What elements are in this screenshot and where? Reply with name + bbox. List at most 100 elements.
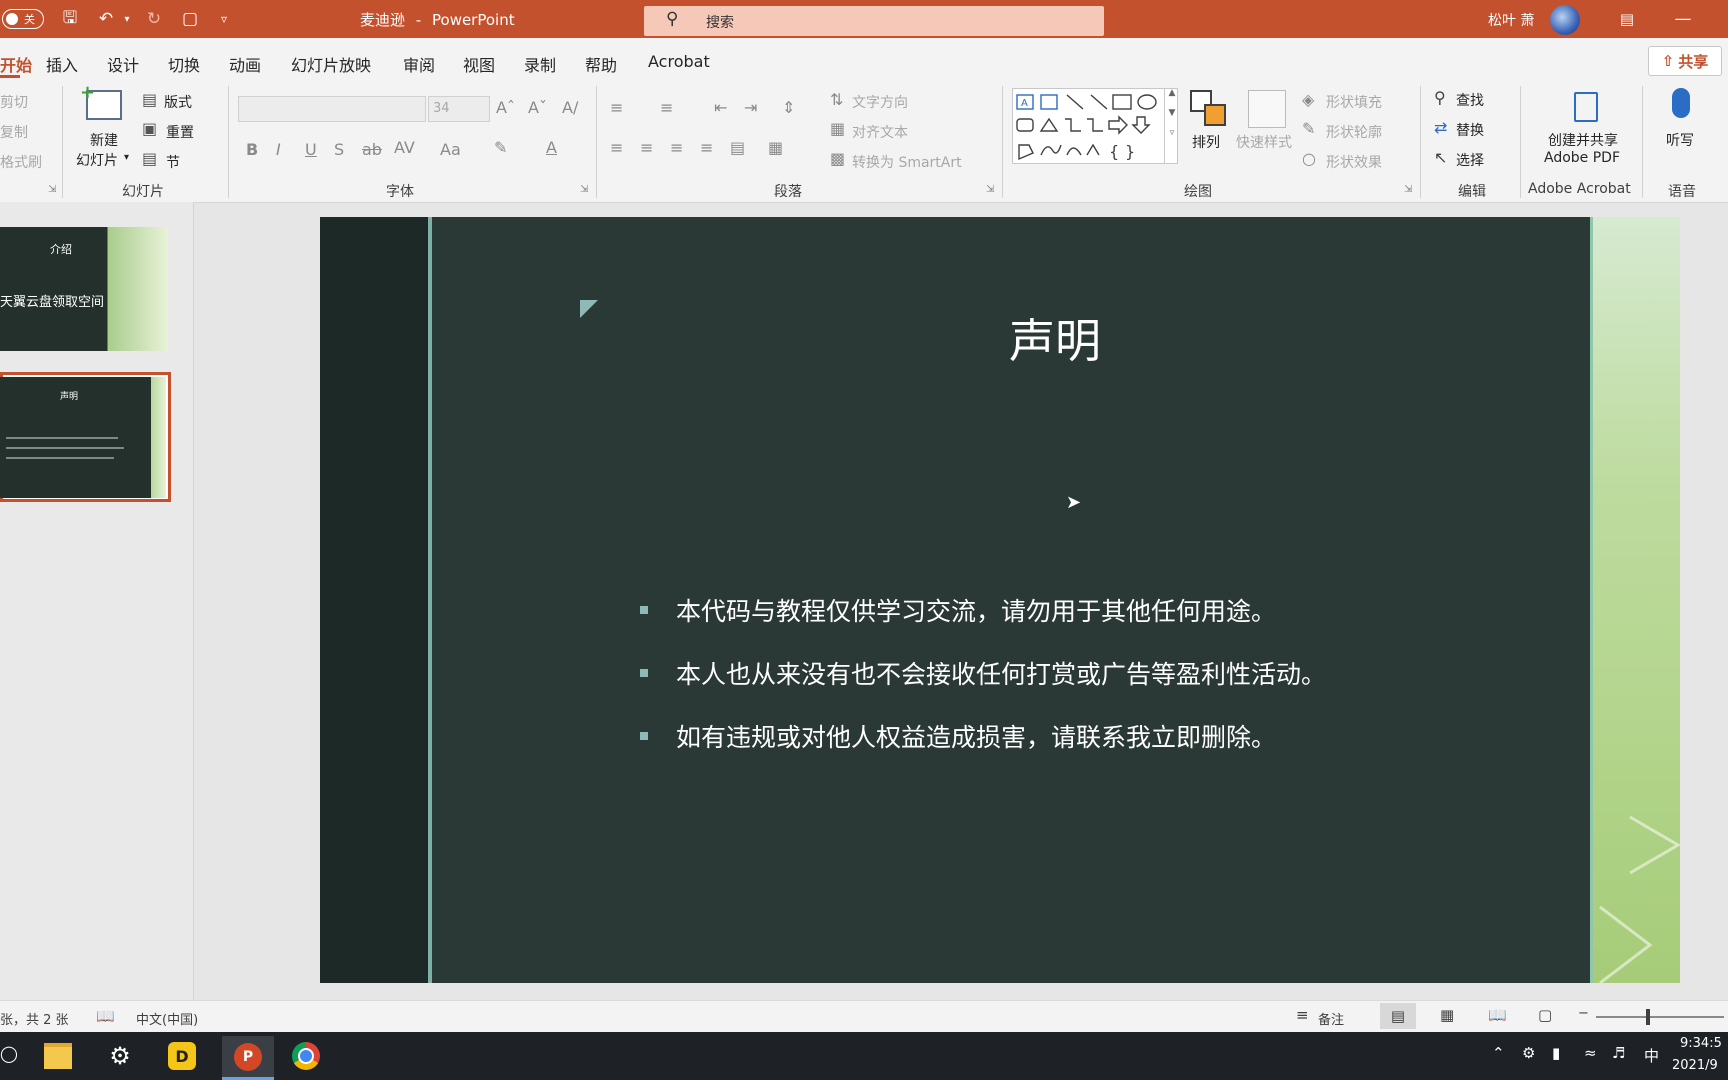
italic-icon[interactable]: I [276,140,281,159]
character-spacing-icon[interactable]: AV [394,138,415,157]
zoom-slider[interactable] [1596,1009,1724,1025]
highlight-icon[interactable]: ✎ [494,138,507,157]
tab-slideshow[interactable]: 幻灯片放映 [291,52,371,76]
clear-formatting-icon[interactable]: A∕ [562,98,578,117]
new-slide-dropdown-icon[interactable]: ▾ [124,152,129,163]
avatar[interactable] [1550,5,1580,35]
find-button[interactable]: 查找 [1456,90,1484,110]
undo-icon[interactable]: ↶ [92,6,120,32]
tab-record[interactable]: 录制 [524,52,556,76]
select-button[interactable]: 选择 [1456,150,1484,170]
font-size-combo[interactable]: 34 [428,96,490,122]
layout-button[interactable]: 版式 [164,92,192,112]
numbering-icon[interactable]: ≡ [660,98,673,117]
align-center-icon[interactable]: ≡ [640,138,653,157]
shrink-font-icon[interactable]: Aˇ [528,98,547,117]
tab-help[interactable]: 帮助 [585,52,617,76]
zoom-slider-thumb[interactable] [1646,1009,1650,1025]
strikethrough-icon[interactable]: ab [362,140,382,159]
user-name[interactable]: 松叶 萧 [1488,10,1534,30]
minimize-icon[interactable]: — [1668,6,1698,32]
slide-bullet[interactable]: 本代码与教程仅供学习交流，请勿用于其他任何用途。 [640,592,1276,628]
grow-font-icon[interactable]: Aˆ [496,98,515,117]
paragraph-dialog-launcher-icon[interactable]: ⇲ [986,184,994,195]
app-icon[interactable]: D [162,1036,202,1076]
arrange-icon[interactable] [1190,90,1226,126]
create-pdf-label-1[interactable]: 创建并共享 [1548,130,1618,150]
tab-review[interactable]: 审阅 [403,52,435,76]
text-direction-button[interactable]: 文字方向 [852,92,908,112]
increase-indent-icon[interactable]: ⇥ [744,98,757,117]
normal-view-icon[interactable]: ▤ [1380,1003,1416,1029]
tab-home[interactable]: 开始 [0,52,32,76]
tab-insert[interactable]: 插入 [46,52,78,76]
quick-styles-icon[interactable] [1248,90,1286,128]
wifi-icon[interactable]: ≈ [1584,1044,1597,1062]
settings-icon[interactable]: ⚙ [100,1036,140,1076]
create-pdf-icon[interactable] [1574,92,1598,122]
tab-design[interactable]: 设计 [107,52,139,76]
microphone-icon[interactable]: ⚙ [1522,1044,1535,1062]
tab-animations[interactable]: 动画 [229,52,261,76]
columns-icon[interactable]: ▦ [768,138,783,157]
taskbar-search-icon[interactable]: ◯ [0,1044,18,1063]
undo-dropdown-icon[interactable]: ▾ [120,6,134,32]
clock-date[interactable]: 2021/9 [1672,1058,1718,1073]
powerpoint-icon[interactable]: P [222,1036,274,1080]
tab-transitions[interactable]: 切换 [168,52,200,76]
language-status[interactable]: 中文(中国) [136,1009,198,1028]
font-color-icon[interactable]: A [546,138,557,157]
smartart-button[interactable]: 转换为 SmartArt [852,152,962,172]
decrease-indent-icon[interactable]: ⇤ [714,98,727,117]
slide-thumbnail-2[interactable]: 声明 [0,377,166,498]
gallery-scroll[interactable]: ▲ ▼ ▿ [1164,88,1179,164]
drawing-dialog-launcher-icon[interactable]: ⇲ [1404,184,1412,195]
align-left-icon[interactable]: ≡ [610,138,623,157]
battery-icon[interactable]: ▮ [1552,1044,1560,1062]
present-icon[interactable]: ▢ [176,6,204,32]
file-explorer-icon[interactable] [38,1036,78,1076]
volume-icon[interactable]: ♬ [1612,1044,1625,1062]
align-right-icon[interactable]: ≡ [670,138,683,157]
redo-icon[interactable]: ↻ [140,6,168,32]
change-case-icon[interactable]: Aa [440,140,461,159]
bullets-icon[interactable]: ≡ [610,98,623,117]
dictate-icon[interactable] [1672,88,1690,118]
font-name-combo[interactable] [238,96,426,122]
slide-bullet[interactable]: 本人也从来没有也不会接收任何打赏或广告等盈利性活动。 [640,655,1326,691]
shadow-icon[interactable]: S [334,140,344,159]
new-slide-label-1[interactable]: 新建 [90,130,118,150]
clipboard-dialog-launcher-icon[interactable]: ⇲ [48,184,56,195]
font-dialog-launcher-icon[interactable]: ⇲ [580,184,588,195]
ribbon-display-icon[interactable]: ▤ [1612,6,1642,32]
align-text-button[interactable]: 对齐文本 [852,122,908,142]
slideshow-icon[interactable]: ▢ [1538,1006,1552,1024]
shape-effects-button[interactable]: 形状效果 [1326,152,1382,172]
create-pdf-label-2[interactable]: Adobe PDF [1544,150,1620,166]
tab-view[interactable]: 视图 [463,52,495,76]
zoom-out-icon[interactable]: − [1578,1006,1589,1021]
bold-icon[interactable]: B [246,140,258,159]
new-slide-label-2[interactable]: 幻灯片 [76,150,118,170]
shape-outline-button[interactable]: 形状轮廓 [1326,122,1382,142]
format-painter-button[interactable]: 格式刷 [0,152,42,172]
slide-sorter-icon[interactable]: ▦ [1440,1006,1454,1024]
slide-thumbnail-1[interactable]: 介绍 天翼云盘领取空间 [0,227,168,351]
slide-title[interactable]: 声明 [980,305,1130,371]
dictate-label[interactable]: 听写 [1666,130,1694,150]
line-spacing-icon[interactable]: ⇕ [782,98,795,117]
distributed-icon[interactable]: ▤ [730,138,745,157]
customize-qat-icon[interactable]: ▿ [214,6,234,32]
share-button[interactable]: ⇧ 共享 [1648,46,1722,76]
save-icon[interactable]: 🖫 [56,6,84,32]
new-slide-icon[interactable]: + [80,82,122,120]
tab-acrobat[interactable]: Acrobat [648,52,710,71]
slide-bullet[interactable]: 如有违规或对他人权益造成损害，请联系我立即删除。 [640,718,1276,754]
clock-time[interactable]: 9:34:5 [1680,1036,1722,1051]
arrange-label[interactable]: 排列 [1192,132,1220,152]
autosave-toggle[interactable]: 关 [2,9,44,29]
reset-button[interactable]: 重置 [166,122,194,142]
underline-icon[interactable]: U [305,140,317,159]
replace-button[interactable]: 替换 [1456,120,1484,140]
notes-button[interactable]: 备注 [1318,1009,1344,1028]
